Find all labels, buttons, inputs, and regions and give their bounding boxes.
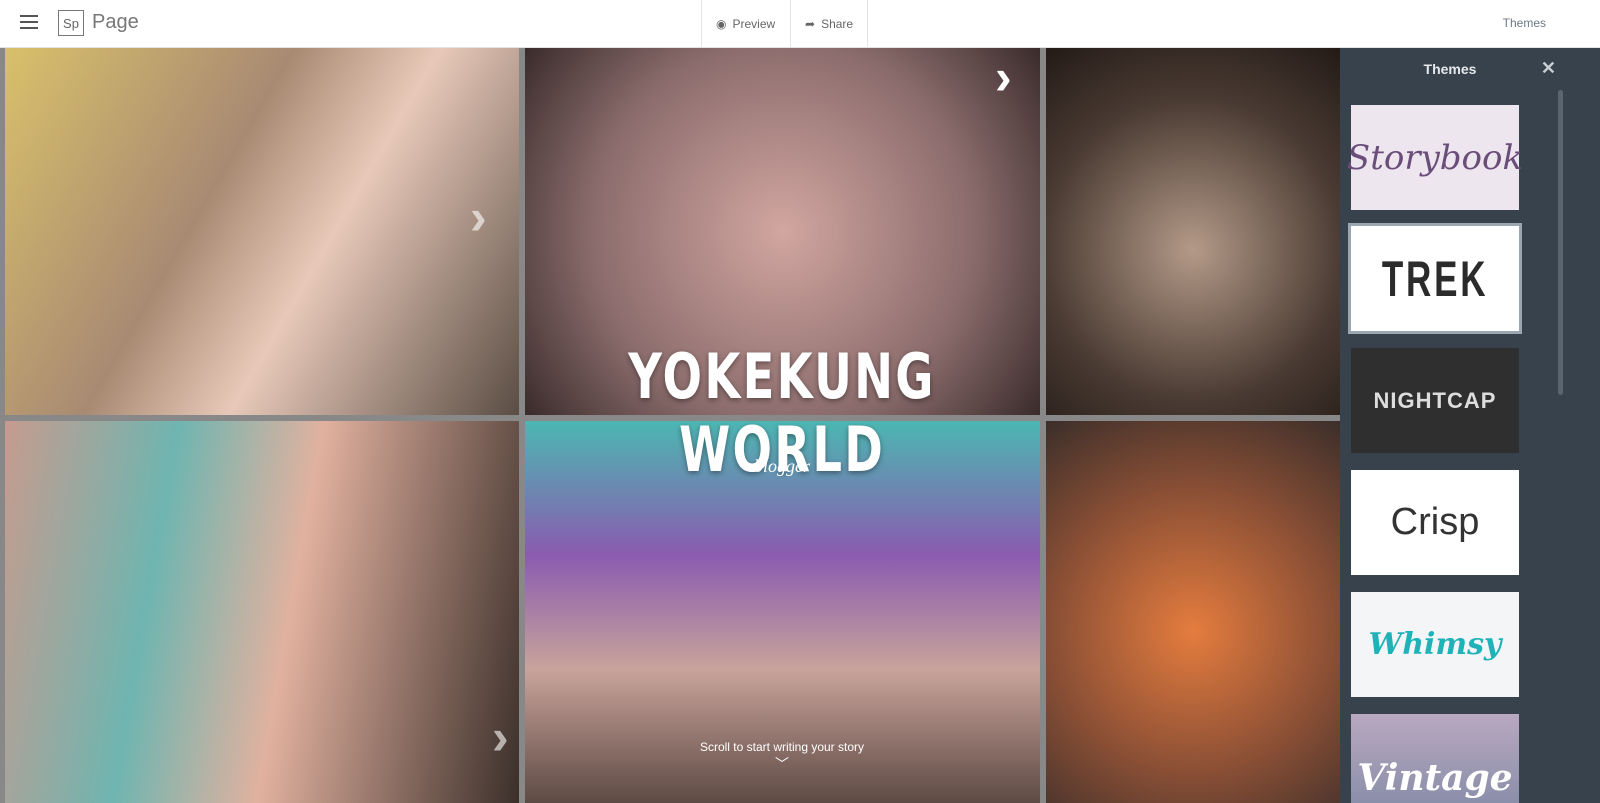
theme-vintage[interactable]: Vintage xyxy=(1351,714,1519,803)
chevron-right-icon[interactable]: › xyxy=(492,708,509,766)
theme-label: TREK xyxy=(1381,250,1489,307)
chevron-right-icon[interactable]: › xyxy=(995,48,1012,106)
share-label: Share xyxy=(821,17,854,31)
theme-label: Storybook xyxy=(1346,137,1524,178)
photo-tile[interactable] xyxy=(5,421,519,803)
theme-crisp[interactable]: Crisp xyxy=(1351,470,1519,575)
photo-tile[interactable] xyxy=(1046,421,1340,803)
app-logo: Sp xyxy=(58,10,84,36)
share-button[interactable]: ➦ Share xyxy=(790,0,869,48)
share-icon: ➦ xyxy=(805,17,816,31)
scrollbar[interactable] xyxy=(1558,90,1563,395)
theme-label: Vintage xyxy=(1357,757,1513,799)
photo-tile[interactable] xyxy=(5,48,519,415)
theme-trek[interactable]: TREK xyxy=(1348,223,1522,334)
chevron-down-icon[interactable]: ﹀ xyxy=(524,754,1040,774)
panel-title: Themes xyxy=(1423,61,1477,77)
theme-label: NIGHTCAP xyxy=(1373,387,1497,413)
menu-icon[interactable] xyxy=(20,15,38,29)
theme-whimsy[interactable]: Whimsy xyxy=(1351,592,1519,697)
scroll-hint: Scroll to start writing your story xyxy=(699,740,865,754)
app-name: Page xyxy=(92,11,139,33)
chevron-right-icon[interactable]: › xyxy=(470,188,487,246)
themes-link[interactable]: Themes xyxy=(1503,16,1546,30)
top-bar: Sp Page ◉ Preview ➦ Share Themes xyxy=(0,0,1600,48)
preview-button[interactable]: ◉ Preview xyxy=(701,0,789,48)
eye-icon: ◉ xyxy=(716,17,727,31)
theme-label: Crisp xyxy=(1390,501,1480,543)
close-icon[interactable]: ✕ xyxy=(1541,58,1556,79)
story-subtitle[interactable]: blogger xyxy=(524,456,1040,477)
theme-storybook[interactable]: Storybook xyxy=(1347,105,1523,210)
photo-tile[interactable] xyxy=(1046,48,1340,415)
theme-nightcap[interactable]: NIGHTCAP xyxy=(1351,348,1519,453)
theme-label: Whimsy xyxy=(1368,627,1502,662)
preview-label: Preview xyxy=(732,17,776,31)
